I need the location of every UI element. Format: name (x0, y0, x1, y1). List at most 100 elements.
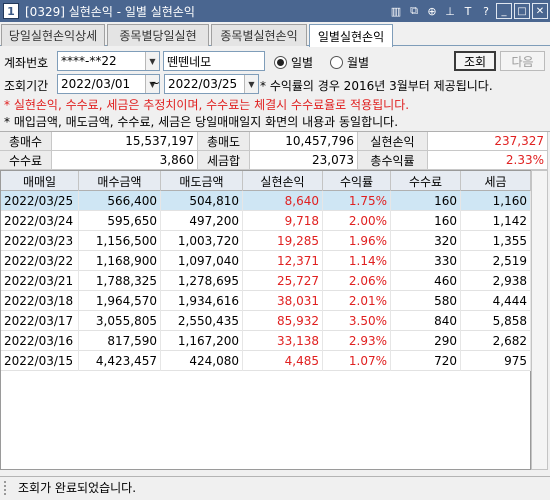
cell-sell-amount: 497,200 (161, 211, 243, 231)
cell-realized-pnl: 33,138 (243, 331, 323, 351)
cell-return-rate: 3.50% (323, 311, 391, 331)
tab-daily-realized-pnl[interactable]: 일별실현손익 (309, 24, 393, 47)
cell-buy-amount: 1,168,900 (79, 251, 161, 271)
vertical-scrollbar[interactable] (531, 170, 548, 470)
column-header-trade-date[interactable]: 매매일 (1, 171, 79, 191)
summary-row: 총매수 15,537,197 총매도 10,457,796 실현손익 237,3… (0, 132, 550, 151)
cell-fee: 320 (391, 231, 461, 251)
cell-realized-pnl: 12,371 (243, 251, 323, 271)
cell-realized-pnl: 25,727 (243, 271, 323, 291)
cell-buy-amount: 1,156,500 (79, 231, 161, 251)
cell-tax: 1,160 (461, 191, 531, 211)
column-header-realized-pnl[interactable]: 실현손익 (243, 171, 323, 191)
font-icon[interactable]: T (460, 3, 476, 19)
radio-daily[interactable]: 일별 (274, 54, 313, 71)
link-icon[interactable]: ⊕ (424, 3, 440, 19)
cell-realized-pnl: 4,485 (243, 351, 323, 371)
next-button[interactable]: 다음 (500, 51, 545, 71)
query-button[interactable]: 조회 (454, 51, 496, 71)
window-title: [0329] 실현손익 - 일별 실현손익 (25, 4, 195, 19)
radio-monthly[interactable]: 월별 (330, 54, 369, 71)
date-to-field[interactable]: 2022/03/25 ▼ (164, 74, 259, 94)
title-bar: 1 [0329] 실현손익 - 일별 실현손익 ▥ ⧉ ⊕ ⊥ T? _ □ ✕ (0, 0, 550, 22)
pin-icon[interactable]: ⊥ (442, 3, 458, 19)
status-bar: 조회가 완료되었습니다. (0, 476, 550, 498)
summary-panel: 총매수 15,537,197 총매도 10,457,796 실현손익 237,3… (0, 131, 550, 170)
cell-return-rate: 1.14% (323, 251, 391, 271)
radio-daily-label: 일별 (291, 56, 314, 70)
radio-monthly-label: 월별 (347, 56, 370, 70)
table-row[interactable]: 2022/03/24 595,650 497,200 9,718 2.00% 160 1,1… (1, 211, 531, 231)
column-header-fee[interactable]: 수수료 (391, 171, 461, 191)
cell-tax: 2,519 (461, 251, 531, 271)
cell-sell-amount: 1,003,720 (161, 231, 243, 251)
account-label: 계좌번호 (4, 56, 49, 70)
table-row[interactable]: 2022/03/23 1,156,500 1,003,720 19,285 1.96% 3… (1, 231, 531, 251)
cell-return-rate: 1.96% (323, 231, 391, 251)
cell-buy-amount: 566,400 (79, 191, 161, 211)
cell-realized-pnl: 8,640 (243, 191, 323, 211)
tab-stock-daily-realized[interactable]: 종목별당일실현 (107, 24, 209, 46)
help-icon[interactable]: ? (478, 3, 494, 19)
table-row[interactable]: 2022/03/22 1,168,900 1,097,040 12,371 1.14% 3… (1, 251, 531, 271)
cell-trade-date: 2022/03/17 (1, 311, 79, 331)
cell-sell-amount: 1,934,616 (161, 291, 243, 311)
table-row[interactable]: 2022/03/21 1,788,325 1,278,695 25,727 2.06% 4… (1, 271, 531, 291)
column-header-tax[interactable]: 세금 (461, 171, 531, 191)
cell-trade-date: 2022/03/16 (1, 331, 79, 351)
total-buy-label: 총매수 (0, 132, 52, 151)
close-icon[interactable]: ✕ (532, 3, 548, 19)
status-grip-icon (4, 480, 10, 495)
window-list-icon[interactable]: ▥ (388, 3, 404, 19)
radio-daily-dot[interactable] (274, 56, 287, 69)
date-from-field[interactable]: 2022/03/01 ▼ (57, 74, 160, 94)
cell-sell-amount: 504,810 (161, 191, 243, 211)
cell-sell-amount: 424,080 (161, 351, 243, 371)
table-row[interactable]: 2022/03/25 566,400 504,810 8,640 1.75% 160 1,1… (1, 191, 531, 211)
window-number-badge[interactable]: 1 (3, 3, 19, 19)
cell-return-rate: 2.93% (323, 331, 391, 351)
table-row[interactable]: 2022/03/16 817,590 1,167,200 33,138 2.93% 290… (1, 331, 531, 351)
cell-realized-pnl: 38,031 (243, 291, 323, 311)
minimize-icon[interactable]: _ (496, 3, 512, 19)
cell-return-rate: 2.01% (323, 291, 391, 311)
table-row[interactable]: 2022/03/15 4,423,457 424,080 4,485 1.07% 720 9… (1, 351, 531, 371)
cell-return-rate: 1.75% (323, 191, 391, 211)
cell-return-rate: 1.07% (323, 351, 391, 371)
tab-stock-realized-pnl[interactable]: 종목별실현손익 (211, 24, 307, 46)
cell-sell-amount: 1,167,200 (161, 331, 243, 351)
cell-trade-date: 2022/03/25 (1, 191, 79, 211)
cell-tax: 5,858 (461, 311, 531, 331)
table-row[interactable]: 2022/03/18 1,964,570 1,934,616 38,031 2.01% 5… (1, 291, 531, 311)
column-header-buy-amount[interactable]: 매수금액 (79, 171, 161, 191)
total-sell-value: 10,457,796 (250, 132, 358, 151)
cell-trade-date: 2022/03/22 (1, 251, 79, 271)
cell-fee: 160 (391, 191, 461, 211)
realized-value: 237,327 (428, 132, 548, 151)
cell-buy-amount: 1,964,570 (79, 291, 161, 311)
maximize-icon[interactable]: □ (514, 3, 530, 19)
summary-row: 수수료 3,860 세금합 23,073 총수익률 2.33% (0, 151, 550, 170)
account-value: ****-**22 (61, 54, 117, 68)
account-name-field: 뗀뗀네모 (163, 51, 265, 71)
cell-trade-date: 2022/03/21 (1, 271, 79, 291)
chevron-down-icon[interactable]: ▼ (145, 52, 159, 70)
radio-monthly-dot[interactable] (330, 56, 343, 69)
date-from-value: 2022/03/01 (61, 77, 131, 91)
calendar-dropdown-icon[interactable]: ▼ (244, 75, 258, 93)
status-message: 조회가 완료되었습니다. (18, 481, 137, 495)
cell-trade-date: 2022/03/23 (1, 231, 79, 251)
account-select[interactable]: ****-**22 ▼ (57, 51, 160, 71)
table-row[interactable]: 2022/03/17 3,055,805 2,550,435 85,932 3.50% 8… (1, 311, 531, 331)
daily-pnl-table[interactable]: 매매일 매수금액 매도금액 실현손익 수익률 수수료 세금 2022/03/25 566,40… (0, 170, 531, 470)
cell-sell-amount: 1,278,695 (161, 271, 243, 291)
cell-fee: 720 (391, 351, 461, 371)
total-return-value: 2.33% (428, 151, 548, 170)
cell-tax: 2,682 (461, 331, 531, 351)
cell-buy-amount: 1,788,325 (79, 271, 161, 291)
realized-label: 실현손익 (358, 132, 428, 151)
tab-daily-realized-detail[interactable]: 당일실현손익상세 (1, 24, 105, 46)
new-window-icon[interactable]: ⧉ (406, 3, 422, 19)
column-header-return-rate[interactable]: 수익률 (323, 171, 391, 191)
column-header-sell-amount[interactable]: 매도금액 (161, 171, 243, 191)
